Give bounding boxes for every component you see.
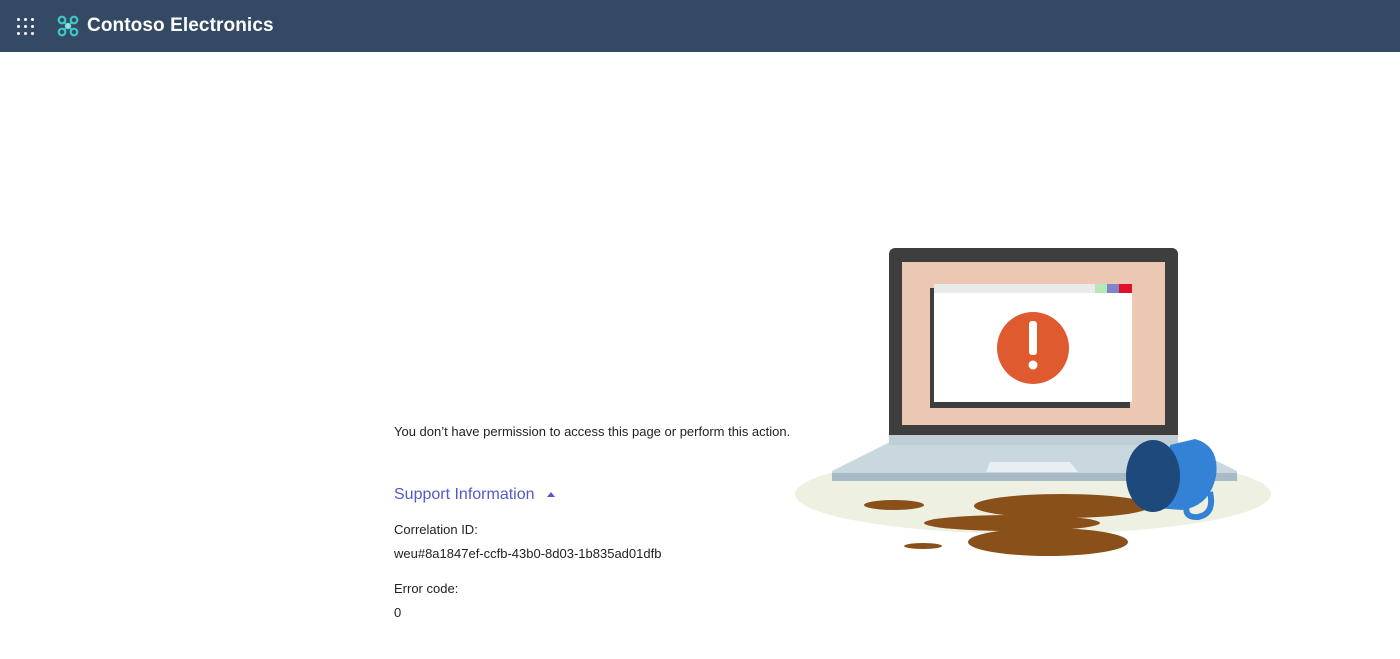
caret-up-icon [546, 491, 555, 497]
app-name: Contoso Electronics [87, 15, 274, 36]
broken-laptop-spilled-coffee-illustration [795, 248, 1271, 556]
app-launcher-button[interactable] [0, 0, 50, 52]
coffee-spill [864, 500, 924, 510]
brand-link[interactable]: Contoso Electronics [56, 14, 274, 38]
support-information-toggle[interactable]: Support Information [394, 486, 555, 504]
contoso-logo-icon [57, 15, 79, 37]
error-code-value: 0 [394, 605, 402, 620]
correlation-id-value: weu#8a1847ef-ccfb-43b0-8d03-1b835ad01dfb [394, 546, 662, 561]
support-information-label: Support Information [394, 486, 535, 503]
correlation-id-label: Correlation ID: [394, 522, 478, 537]
permission-error-message: You don’t have permission to access this… [394, 424, 791, 439]
error-code-label: Error code: [394, 581, 459, 596]
waffle-grid-icon [16, 17, 34, 35]
top-bar: Contoso Electronics [0, 0, 1400, 52]
laptop-trackpad [986, 462, 1078, 472]
error-content: You don’t have permission to access this… [394, 422, 814, 620]
